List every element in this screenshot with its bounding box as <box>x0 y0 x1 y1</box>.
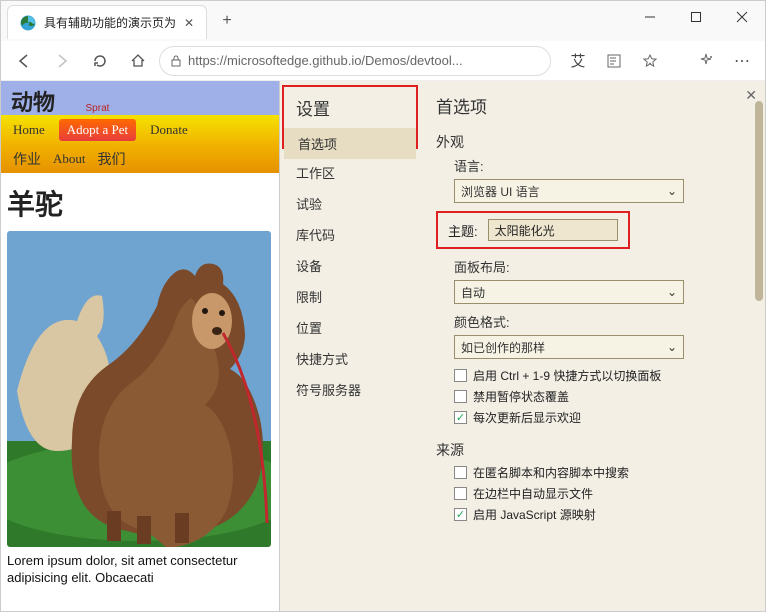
url-text: https://microsoftedge.github.io/Demos/de… <box>188 53 463 68</box>
page-banner: 动物 <box>1 81 279 115</box>
svg-text:+: + <box>649 61 652 67</box>
sidebar-item-locations[interactable]: 位置 <box>282 312 418 343</box>
lorem-text: Lorem ipsum dolor, sit amet consectetur … <box>1 547 279 593</box>
cb-js-sourcemap-row[interactable]: ✓ 启用 JavaScript 源映射 <box>454 506 757 523</box>
panel-layout-select[interactable]: 自动 ⌄ <box>454 280 684 304</box>
cb-js-sourcemap-label: 启用 JavaScript 源映射 <box>473 506 596 523</box>
primary-nav: Home Sprat Adopt a Pet Donate <box>1 115 279 145</box>
chevron-down-icon: ⌄ <box>667 340 677 354</box>
panel-layout-value: 自动 <box>461 284 485 301</box>
sidebar-item-shortcuts[interactable]: 快捷方式 <box>282 343 418 374</box>
cb-welcome-label: 每次更新后显示欢迎 <box>473 409 581 426</box>
sidebar-item-symbol-server[interactable]: 符号服务器 <box>282 374 418 405</box>
theme-label: 主题: <box>448 221 478 240</box>
favorite-button[interactable]: + <box>633 45 667 77</box>
preferences-title: 首选项 <box>436 89 757 128</box>
ai-button[interactable]: 艾 <box>561 45 595 77</box>
nav-us[interactable]: 我们 <box>98 149 126 169</box>
window-titlebar: 具有辅助功能的演示页为 ✕ + <box>1 1 765 41</box>
color-format-label: 颜色格式: <box>454 312 757 331</box>
nav-adopt-label: Adopt a Pet <box>67 122 128 137</box>
forward-button[interactable] <box>45 45 79 77</box>
sidebar-item-devices[interactable]: 设备 <box>282 250 418 281</box>
secondary-nav: 作业 About 我们 <box>1 145 279 173</box>
new-tab-button[interactable]: + <box>213 7 241 35</box>
alpaca-photo <box>7 231 271 547</box>
back-button[interactable] <box>7 45 41 77</box>
nav-home[interactable]: Home <box>13 122 45 138</box>
color-format-value: 如已创作的那样 <box>461 339 545 356</box>
nav-jobs[interactable]: 作业 <box>13 149 41 169</box>
panel-layout-label: 面板布局: <box>454 257 757 276</box>
edge-favicon-icon <box>20 15 36 31</box>
devtools-panel: 设置 首选项 工作区 试验 库代码 设备 限制 位置 快捷方式 符号服务器 ✕ … <box>279 81 765 611</box>
sidebar-item-experiments[interactable]: 试验 <box>282 188 418 219</box>
cb-shortcut-row[interactable]: 启用 Ctrl + 1-9 快捷方式以切换面板 <box>454 367 757 384</box>
cb-pause-row[interactable]: 禁用暂停状态覆盖 <box>454 388 757 405</box>
checkbox-unchecked-icon <box>454 369 467 382</box>
window-close-button[interactable] <box>719 1 765 33</box>
panel-layout-field: 面板布局: 自动 ⌄ <box>454 257 757 304</box>
maximize-button[interactable] <box>673 1 719 33</box>
browser-tab[interactable]: 具有辅助功能的演示页为 ✕ <box>7 5 207 39</box>
browser-window: 具有辅助功能的演示页为 ✕ + https://microsoftedge.gi… <box>0 0 766 612</box>
language-label: 语言: <box>454 156 757 175</box>
cb-welcome-row[interactable]: ✓ 每次更新后显示欢迎 <box>454 409 757 426</box>
theme-field: 主题: 太阳能化光 <box>436 211 757 249</box>
theme-select[interactable]: 太阳能化光 <box>488 219 618 241</box>
checkbox-unchecked-icon <box>454 390 467 403</box>
nav-about[interactable]: About <box>53 151 86 167</box>
appearance-section: 外观 <box>436 132 757 152</box>
rendered-page: 动物 Home Sprat Adopt a Pet Donate 作业 Abou… <box>1 81 279 611</box>
theme-box: 主题: 太阳能化光 <box>436 211 630 249</box>
language-field: 语言: 浏览器 UI 语言 ⌄ <box>454 156 757 203</box>
window-controls <box>627 1 765 33</box>
color-format-select[interactable]: 如已创作的那样 ⌄ <box>454 335 684 359</box>
theme-value: 太阳能化光 <box>495 222 555 239</box>
minimize-button[interactable] <box>627 1 673 33</box>
language-value: 浏览器 UI 语言 <box>461 183 540 200</box>
tab-title: 具有辅助功能的演示页为 <box>44 14 176 31</box>
cb-sidebar-files-row[interactable]: 在边栏中自动显示文件 <box>454 485 757 502</box>
sidebar-item-library[interactable]: 库代码 <box>282 219 418 250</box>
settings-body: ✕ 首选项 外观 语言: 浏览器 UI 语言 ⌄ 主题: 太阳能化光 <box>422 81 765 611</box>
sidebar-item-workspace[interactable]: 工作区 <box>282 157 418 188</box>
cb-shortcut-label: 启用 Ctrl + 1-9 快捷方式以切换面板 <box>473 367 661 384</box>
nav-adopt[interactable]: Sprat Adopt a Pet <box>59 119 136 141</box>
checkbox-unchecked-icon <box>454 487 467 500</box>
chevron-down-icon: ⌄ <box>667 285 677 299</box>
scroll-thumb[interactable] <box>755 101 763 301</box>
cb-sidebar-files-label: 在边栏中自动显示文件 <box>473 485 593 502</box>
content-area: 动物 Home Sprat Adopt a Pet Donate 作业 Abou… <box>1 81 765 611</box>
home-button[interactable] <box>121 45 155 77</box>
checkbox-checked-icon: ✓ <box>454 508 467 521</box>
address-bar[interactable]: https://microsoftedge.github.io/Demos/de… <box>159 46 551 76</box>
reader-button[interactable] <box>597 45 631 77</box>
settings-sidebar: 设置 首选项 <box>282 85 418 149</box>
sidebar-item-throttling[interactable]: 限制 <box>282 281 418 312</box>
chevron-down-icon: ⌄ <box>667 184 677 198</box>
language-select[interactable]: 浏览器 UI 语言 ⌄ <box>454 179 684 203</box>
cb-anon-label: 在匿名脚本和内容脚本中搜索 <box>473 464 629 481</box>
settings-scrollbar[interactable] <box>753 101 763 601</box>
cb-pause-label: 禁用暂停状态覆盖 <box>473 388 569 405</box>
sprat-label: Sprat <box>86 103 110 114</box>
tab-close-icon[interactable]: ✕ <box>184 16 194 30</box>
sidebar-item-preferences[interactable]: 首选项 <box>284 128 416 159</box>
sources-section: 来源 <box>436 440 757 460</box>
color-format-field: 颜色格式: 如已创作的那样 ⌄ <box>454 312 757 359</box>
cb-anon-row[interactable]: 在匿名脚本和内容脚本中搜索 <box>454 464 757 481</box>
settings-title: 设置 <box>284 87 416 128</box>
refresh-button[interactable] <box>83 45 117 77</box>
sparkle-button[interactable] <box>689 45 723 77</box>
browser-toolbar: https://microsoftedge.github.io/Demos/de… <box>1 41 765 81</box>
toolbar-right: 艾 + ⋯ <box>555 45 759 77</box>
toolbar-separator <box>669 45 687 77</box>
lock-icon <box>170 55 182 67</box>
menu-button[interactable]: ⋯ <box>725 45 759 77</box>
checkbox-unchecked-icon <box>454 466 467 479</box>
page-heading: 羊驼 <box>1 183 279 223</box>
nav-donate[interactable]: Donate <box>150 122 188 138</box>
checkbox-checked-icon: ✓ <box>454 411 467 424</box>
